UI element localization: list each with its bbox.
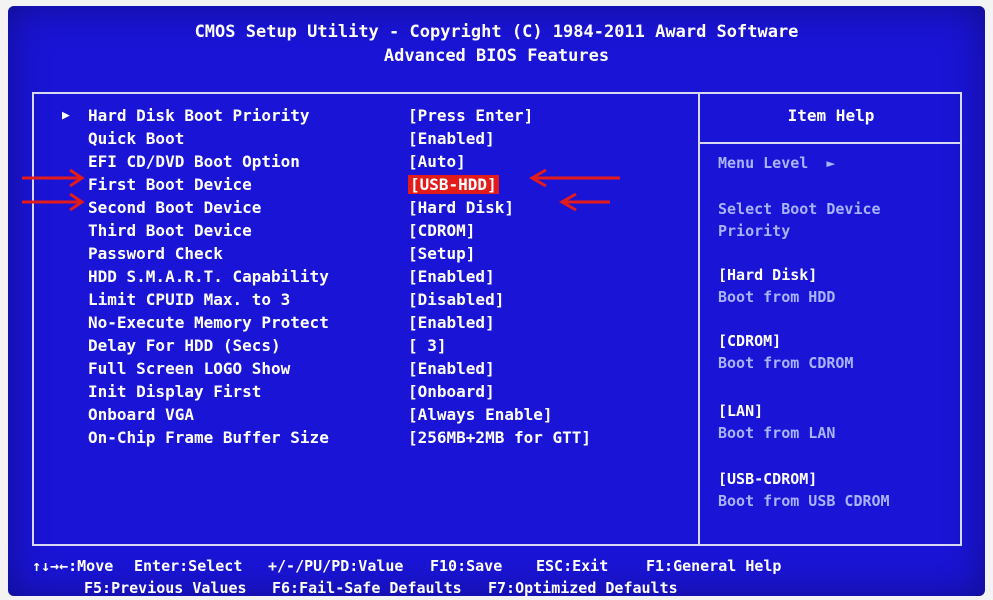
key-hint-save: F10:Save: [430, 557, 503, 575]
setting-label: Third Boot Device: [88, 221, 252, 240]
setting-row-hard-disk-boot-priority[interactable]: ▶ Hard Disk Boot Priority [Press Enter]: [34, 104, 694, 127]
setting-value[interactable]: [Enabled]: [408, 357, 495, 380]
setting-label: HDD S.M.A.R.T. Capability: [88, 267, 329, 286]
red-arrow-icon: [22, 168, 85, 188]
bios-screen: CMOS Setup Utility - Copyright (C) 1984-…: [8, 6, 985, 596]
help-option-desc: Boot from HDD: [718, 288, 836, 306]
setting-row-frame-buffer[interactable]: On-Chip Frame Buffer Size [256MB+2MB for…: [34, 426, 694, 449]
setting-label: First Boot Device: [88, 175, 252, 194]
setting-row-full-screen-logo[interactable]: Full Screen LOGO Show [Enabled]: [34, 357, 694, 380]
help-option-name: [LAN]: [718, 402, 764, 420]
setting-label: Init Display First: [88, 382, 262, 401]
setting-row-quick-boot[interactable]: Quick Boot [Enabled]: [34, 127, 694, 150]
setting-value[interactable]: [Hard Disk]: [408, 196, 514, 219]
setting-label: Delay For HDD (Secs): [88, 336, 281, 355]
red-arrow-icon: [558, 192, 610, 212]
key-hint-help: F1:General Help: [646, 557, 782, 575]
help-option-name: [CDROM]: [718, 332, 782, 350]
triangle-right-icon: ▶: [62, 108, 70, 123]
help-option-desc: Boot from LAN: [718, 424, 836, 442]
setting-label: Hard Disk Boot Priority: [88, 106, 310, 125]
setting-row-password-check[interactable]: Password Check [Setup]: [34, 242, 694, 265]
bios-header: CMOS Setup Utility - Copyright (C) 1984-…: [8, 20, 985, 68]
setting-value[interactable]: [Enabled]: [408, 265, 495, 288]
triangle-right-icon: ►: [826, 154, 836, 172]
setting-value[interactable]: [Always Enable]: [408, 403, 553, 426]
bios-subtitle: Advanced BIOS Features: [383, 46, 610, 66]
setting-value[interactable]: [256MB+2MB for GTT]: [408, 426, 591, 449]
key-hint-fail-safe: F6:Fail-Safe Defaults: [272, 579, 462, 596]
help-option-desc: Boot from USB CDROM: [718, 492, 890, 510]
setting-value[interactable]: [Onboard]: [408, 380, 495, 403]
settings-frame: Item Help ▶ Hard Disk Boot Priority [Pre…: [32, 92, 962, 546]
setting-row-delay-hdd[interactable]: Delay For HDD (Secs) [ 3]: [34, 334, 694, 357]
help-option-name: [USB-CDROM]: [718, 470, 818, 488]
help-description-line: Select Boot Device: [718, 200, 881, 218]
setting-row-hdd-smart[interactable]: HDD S.M.A.R.T. Capability [Enabled]: [34, 265, 694, 288]
key-hint-previous: F5:Previous Values: [84, 579, 247, 596]
key-hint-select: Enter:Select: [134, 557, 243, 575]
setting-value[interactable]: [Setup]: [408, 242, 475, 265]
setting-value[interactable]: [CDROM]: [408, 219, 475, 242]
help-menu-level: Menu Level ►: [718, 154, 836, 172]
setting-row-onboard-vga[interactable]: Onboard VGA [Always Enable]: [34, 403, 694, 426]
setting-value[interactable]: [Press Enter]: [408, 104, 533, 127]
key-hint-optimized: F7:Optimized Defaults: [488, 579, 678, 596]
red-arrow-icon: [22, 192, 85, 212]
setting-label: Password Check: [88, 244, 223, 263]
setting-value[interactable]: [Enabled]: [408, 311, 495, 334]
setting-label: Limit CPUID Max. to 3: [88, 290, 291, 309]
key-hint-exit: ESC:Exit: [536, 557, 609, 575]
help-option-desc: Boot from CDROM: [718, 354, 854, 372]
setting-value[interactable]: [Auto]: [408, 150, 466, 173]
setting-label: No-Execute Memory Protect: [88, 313, 329, 332]
help-option-name: [Hard Disk]: [718, 266, 818, 284]
setting-label: Full Screen LOGO Show: [88, 359, 291, 378]
help-title-separator: [700, 142, 962, 144]
setting-row-init-display[interactable]: Init Display First [Onboard]: [34, 380, 694, 403]
item-help-title: Item Help: [787, 106, 875, 125]
setting-row-limit-cpuid[interactable]: Limit CPUID Max. to 3 [Disabled]: [34, 288, 694, 311]
key-hint-move: ↑↓→←:Move: [32, 557, 114, 575]
setting-label: Quick Boot: [88, 129, 185, 148]
setting-label: Second Boot Device: [88, 198, 262, 217]
setting-label: On-Chip Frame Buffer Size: [88, 428, 329, 447]
setting-row-no-execute[interactable]: No-Execute Memory Protect [Enabled]: [34, 311, 694, 334]
setting-row-third-boot-device[interactable]: Third Boot Device [CDROM]: [34, 219, 694, 242]
setting-value[interactable]: [Disabled]: [408, 288, 504, 311]
bios-title: CMOS Setup Utility - Copyright (C) 1984-…: [194, 22, 799, 42]
help-description-line: Priority: [718, 222, 791, 240]
setting-value[interactable]: [Enabled]: [408, 127, 495, 150]
red-arrow-icon: [528, 168, 620, 188]
help-divider: [698, 94, 700, 544]
setting-label: EFI CD/DVD Boot Option: [88, 152, 300, 171]
setting-value[interactable]: [ 3]: [408, 334, 447, 357]
setting-label: Onboard VGA: [88, 405, 194, 424]
key-hint-value: +/-/PU/PD:Value: [268, 557, 404, 575]
setting-value-selected[interactable]: [USB-HDD]: [408, 173, 499, 196]
